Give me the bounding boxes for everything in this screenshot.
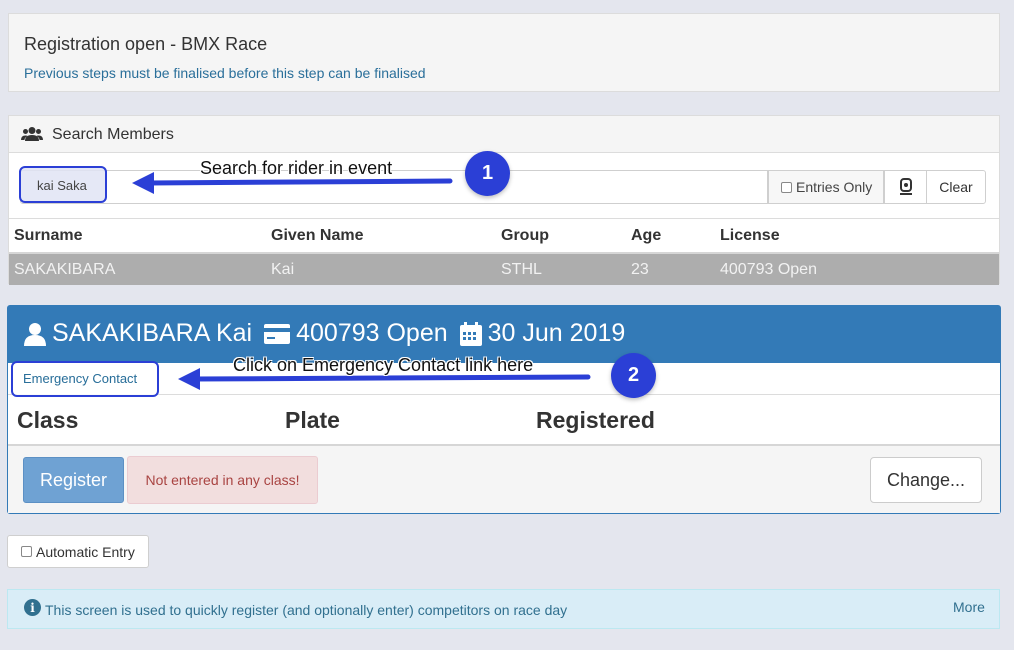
entries-only-toggle[interactable]: Entries Only <box>768 170 884 204</box>
cell-license: 400793 Open <box>720 261 817 278</box>
col-license: License <box>720 227 780 244</box>
search-input-value: kai Saka <box>37 178 87 193</box>
status-panel: Registration open - BMX Race Previous st… <box>8 13 1000 92</box>
highlight-emergency-contact: Emergency Contact <box>11 361 159 397</box>
page-title: Registration open - BMX Race <box>24 34 268 54</box>
cell-group: STHL <box>501 261 542 278</box>
annotation-step2-text: Click on Emergency Contact link here <box>233 355 534 375</box>
highlight-search-input: kai Saka <box>19 166 107 203</box>
info-bar: i This screen is used to quickly registe… <box>7 589 1000 629</box>
users-icon <box>21 127 43 141</box>
calendar-icon <box>459 321 482 346</box>
scan-icon <box>899 178 912 195</box>
cell-surname: SAKAKIBARA <box>14 261 116 278</box>
register-button[interactable]: Register <box>23 457 124 503</box>
entries-only-checkbox[interactable] <box>781 181 792 193</box>
col-surname: Surname <box>14 227 83 244</box>
table-row[interactable]: SAKAKIBARA Kai STHL 23 400793 Open <box>9 254 999 285</box>
emergency-contact-text: Emergency Contact <box>23 371 138 386</box>
user-icon <box>24 322 46 346</box>
clear-button[interactable]: Clear <box>926 170 986 204</box>
entries-only-label: Entries Only <box>796 179 873 195</box>
col-age: Age <box>631 227 662 244</box>
col-class: Class <box>17 407 79 433</box>
cell-age: 23 <box>631 261 649 278</box>
status-subtitle: Previous steps must be finalised before … <box>24 65 426 81</box>
change-button[interactable]: Change... <box>870 457 982 503</box>
search-panel-header: Search Members <box>9 116 999 153</box>
annotation-step1-text: Search for rider in event <box>200 158 393 178</box>
automatic-entry-label: Automatic Entry <box>36 543 135 560</box>
more-link[interactable]: More <box>953 599 985 615</box>
annotation-step2-badge: 2 <box>611 353 656 398</box>
rider-name: SAKAKIBARA Kai <box>52 319 253 347</box>
info-text: This screen is used to quickly register … <box>45 602 568 618</box>
col-plate: Plate <box>285 407 340 433</box>
col-given-name: Given Name <box>271 227 364 244</box>
rider-panel: SAKAKIBARA Kai 400793 Open 30 Jun 2019 E… <box>7 305 1001 514</box>
divider <box>9 218 999 219</box>
info-icon: i <box>24 599 41 616</box>
col-registered: Registered <box>536 407 655 433</box>
scan-button[interactable] <box>884 170 927 204</box>
automatic-entry-toggle[interactable]: Automatic Entry <box>7 535 149 568</box>
event-date: 30 Jun 2019 <box>487 319 626 347</box>
col-group: Group <box>501 227 549 244</box>
id-card-icon <box>264 323 291 344</box>
rider-headline: SAKAKIBARA Kai 400793 Open 30 Jun 2019 <box>24 319 625 348</box>
annotation-step1-badge: 1 <box>465 151 510 196</box>
search-panel-title: Search Members <box>52 126 174 143</box>
cell-given-name: Kai <box>271 261 295 278</box>
automatic-entry-checkbox[interactable] <box>21 546 32 557</box>
rider-license: 400793 Open <box>296 319 448 347</box>
status-alert: Not entered in any class! <box>127 456 318 504</box>
